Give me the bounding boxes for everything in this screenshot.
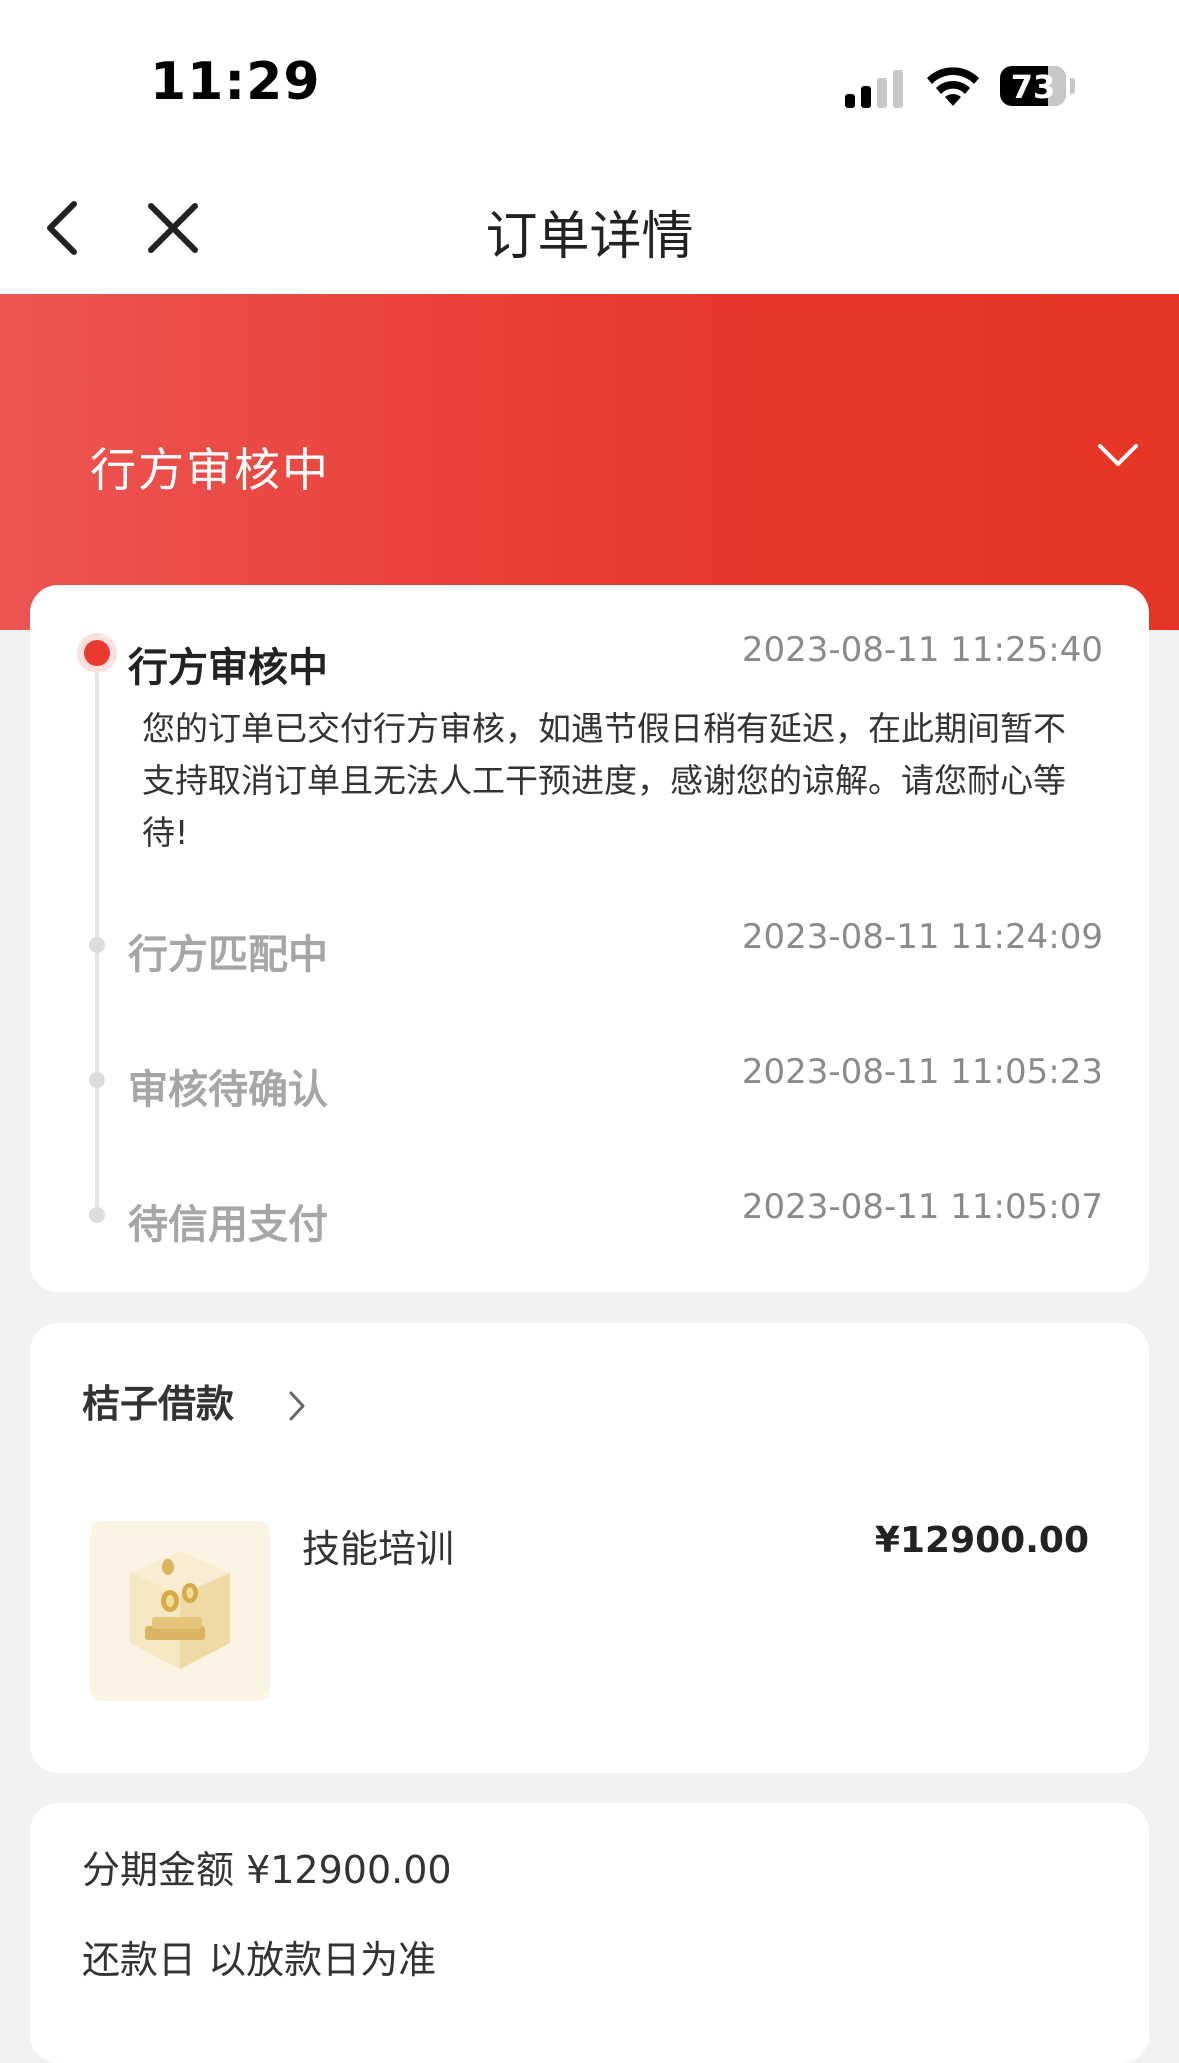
coins-box-image — [130, 1551, 230, 1669]
wifi-icon — [927, 67, 979, 106]
timeline-item-title: 审核待确认 — [128, 1067, 328, 1113]
timeline-active-dot — [77, 633, 117, 673]
timeline-item-description: 您的订单已交付行方审核，如遇节假日稍有延迟，在此期间暂不支持取消订单且无法人工干… — [142, 709, 1066, 852]
chevron-right-icon — [289, 1391, 305, 1421]
product-card: 桔子借款 技能培训 ¥12900.00 — [30, 1323, 1149, 1773]
order-status-title: 行方审核中 — [90, 443, 330, 497]
status-time: 11:29 — [150, 52, 321, 112]
timeline-dot — [89, 937, 105, 953]
timeline-dot — [89, 1072, 105, 1088]
merchant-link[interactable]: 桔子借款 — [82, 1373, 305, 1433]
merchant-name: 桔子借款 — [82, 1382, 235, 1426]
battery-cap — [1070, 78, 1075, 94]
installment-amount: 分期金额 ¥12900.00 — [82, 1848, 452, 1892]
timeline-item-time: 2023-08-11 11:24:09 — [741, 917, 1103, 957]
timeline-line — [95, 640, 99, 1207]
product-thumbnail — [90, 1521, 270, 1701]
cellular-signal-icon — [845, 68, 903, 108]
battery-icon: 73 — [1000, 66, 1066, 106]
timeline-item-time: 2023-08-11 11:25:40 — [741, 630, 1103, 670]
status-bar: 11:29 73 — [0, 0, 1179, 150]
timeline-item-title: 待信用支付 — [128, 1202, 328, 1248]
timeline-item-time: 2023-08-11 11:05:23 — [741, 1052, 1103, 1092]
battery-level: 73 — [1010, 68, 1056, 106]
page-title: 订单详情 — [485, 207, 694, 267]
product-price: ¥12900.00 — [874, 1520, 1089, 1561]
timeline-item-title: 行方匹配中 — [128, 932, 328, 978]
nav-bar: 订单详情 — [0, 150, 1179, 294]
product-name: 技能培训 — [302, 1527, 455, 1571]
order-status-header: 行方审核中 — [0, 294, 1179, 630]
order-timeline-card: 行方审核中 2023-08-11 11:25:40 您的订单已交付行方审核，如遇… — [30, 585, 1149, 1292]
repayment-day: 还款日 以放款日为准 — [82, 1938, 437, 1982]
timeline-item-title: 行方审核中 — [128, 645, 328, 691]
installment-info-card: 分期金额 ¥12900.00 还款日 以放款日为准 — [30, 1803, 1149, 2063]
chevron-down-icon[interactable] — [1096, 440, 1140, 470]
timeline-item-time: 2023-08-11 11:05:07 — [741, 1187, 1103, 1227]
timeline-dot — [89, 1207, 105, 1223]
